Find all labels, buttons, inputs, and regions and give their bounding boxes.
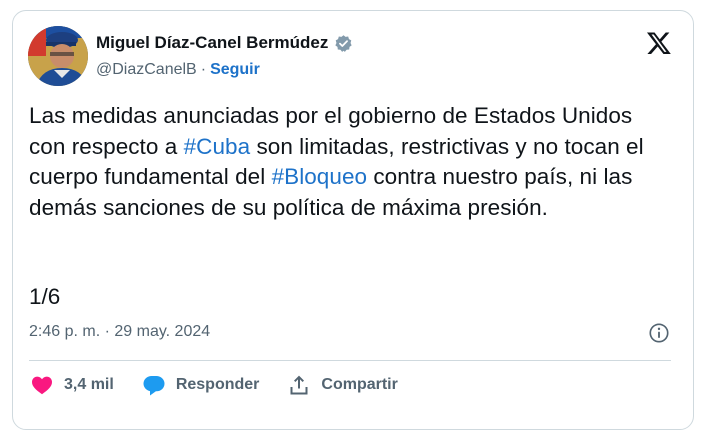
share-button[interactable]: Compartir <box>287 373 398 397</box>
tweet-timestamp[interactable]: 2:46 p. m. · 29 may. 2024 <box>29 323 210 341</box>
action-bar: 3,4 mil Responder Compartir <box>30 373 426 397</box>
follow-button[interactable]: Seguir <box>210 61 260 79</box>
divider <box>29 360 671 361</box>
handle-separator: · <box>200 61 207 78</box>
like-button[interactable]: 3,4 mil <box>30 373 114 397</box>
reply-bubble-icon <box>143 376 165 396</box>
author-name[interactable]: Miguel Díaz-Canel Bermúdez <box>96 33 328 53</box>
heart-icon <box>32 376 52 395</box>
share-icon <box>290 375 308 395</box>
reply-label: Responder <box>175 376 260 393</box>
reply-button[interactable]: Responder <box>142 373 260 397</box>
like-count: 3,4 mil <box>64 376 114 393</box>
verified-badge-icon <box>335 34 353 52</box>
info-icon[interactable] <box>648 322 670 344</box>
author-handle[interactable]: @DiazCanelB <box>96 61 197 79</box>
tweet-text: Las medidas anunciadas por el gobierno d… <box>29 101 669 223</box>
avatar[interactable] <box>28 26 88 86</box>
author-handle-row: @DiazCanelB · Seguir <box>96 61 260 79</box>
thread-counter: 1/6 <box>29 284 61 309</box>
hashtag-bloqueo-link[interactable]: #Bloqueo <box>272 164 368 189</box>
x-logo-icon[interactable] <box>646 30 672 56</box>
share-label: Compartir <box>321 376 398 393</box>
author-name-row: Miguel Díaz-Canel Bermúdez <box>96 33 353 53</box>
hashtag-cuba-link[interactable]: #Cuba <box>184 134 251 159</box>
